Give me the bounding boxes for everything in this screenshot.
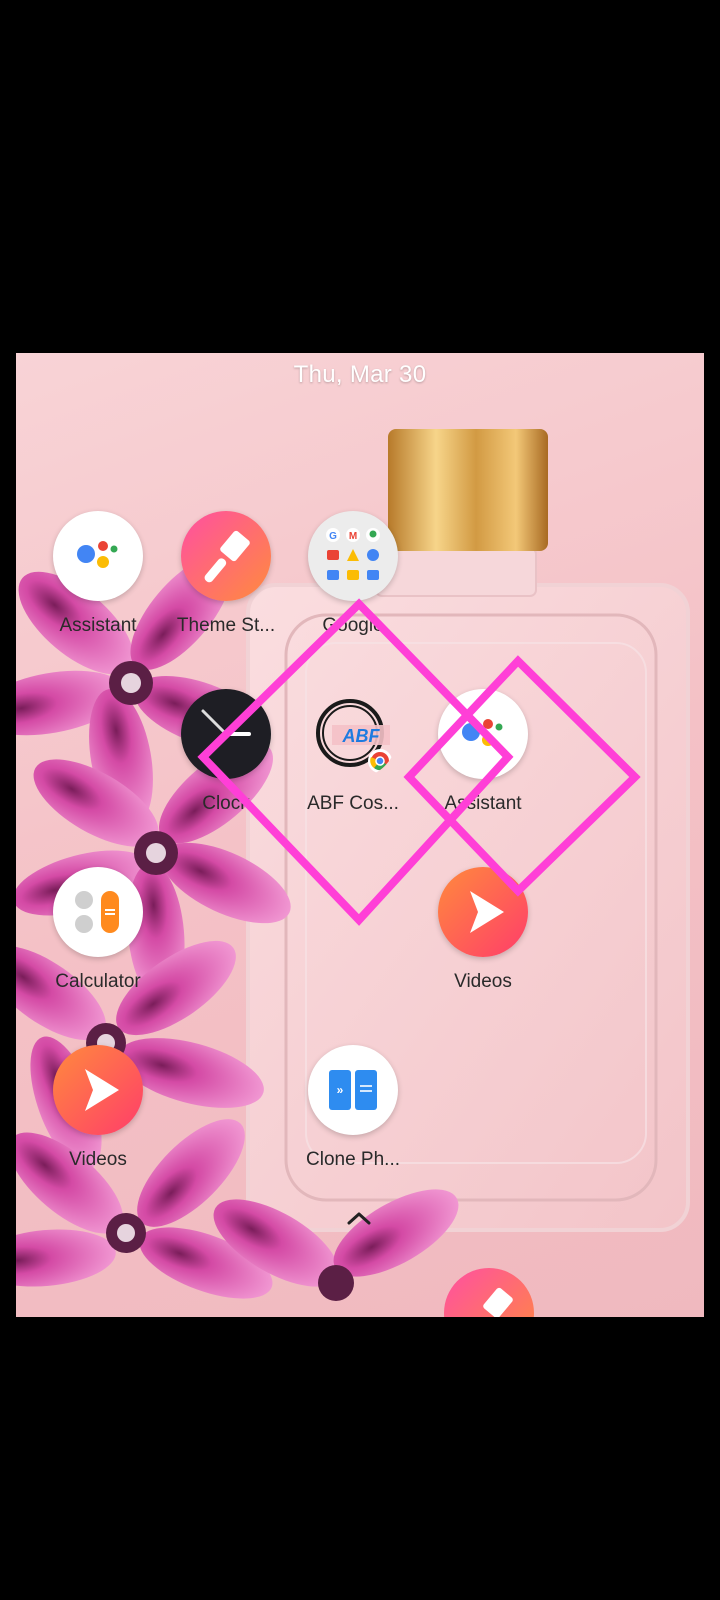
app-label: Google [322,615,384,636]
svg-text:M: M [349,531,357,542]
app-calculator[interactable]: Calculator [23,867,173,1007]
svg-text:»: » [337,1083,344,1097]
app-assistant-2[interactable]: Assistant [408,689,558,829]
app-label: Calculator [55,971,141,992]
svg-text:ABF: ABF [342,726,381,746]
abf-chrome-shortcut-icon: ABF [308,689,398,779]
app-clone-phone[interactable]: » Clone Ph... [278,1045,428,1185]
app-label: Videos [454,971,512,992]
app-drawer-chevron-up-icon[interactable] [341,1208,377,1228]
app-videos[interactable]: Videos [408,867,558,1007]
clone-phone-icon: » [308,1045,398,1135]
svg-text:G: G [329,531,337,542]
date-label: Thu, Mar 30 [293,361,427,388]
theme-brush-icon [181,511,271,601]
videos-play-icon [438,867,528,957]
app-abf-cosmetics[interactable]: ABF ABF Cos... [278,689,428,829]
clock-icon [181,689,271,779]
app-label: Assistant [444,793,522,814]
google-folder-icon: G M [308,511,398,601]
app-videos-2[interactable]: Videos [23,1045,173,1185]
google-assistant-icon [53,511,143,601]
app-label: Clone Ph... [306,1149,400,1170]
app-label: ABF Cos... [307,793,399,814]
google-assistant-icon [438,689,528,779]
videos-play-icon [53,1045,143,1135]
home-screen: Thu, Mar 30 Assistant Theme St... G M Go… [16,353,704,1317]
theme-brush-icon[interactable] [444,1268,534,1317]
app-label: Videos [69,1149,127,1170]
calculator-icon [53,867,143,957]
folder-google[interactable]: G M Google [278,511,428,651]
